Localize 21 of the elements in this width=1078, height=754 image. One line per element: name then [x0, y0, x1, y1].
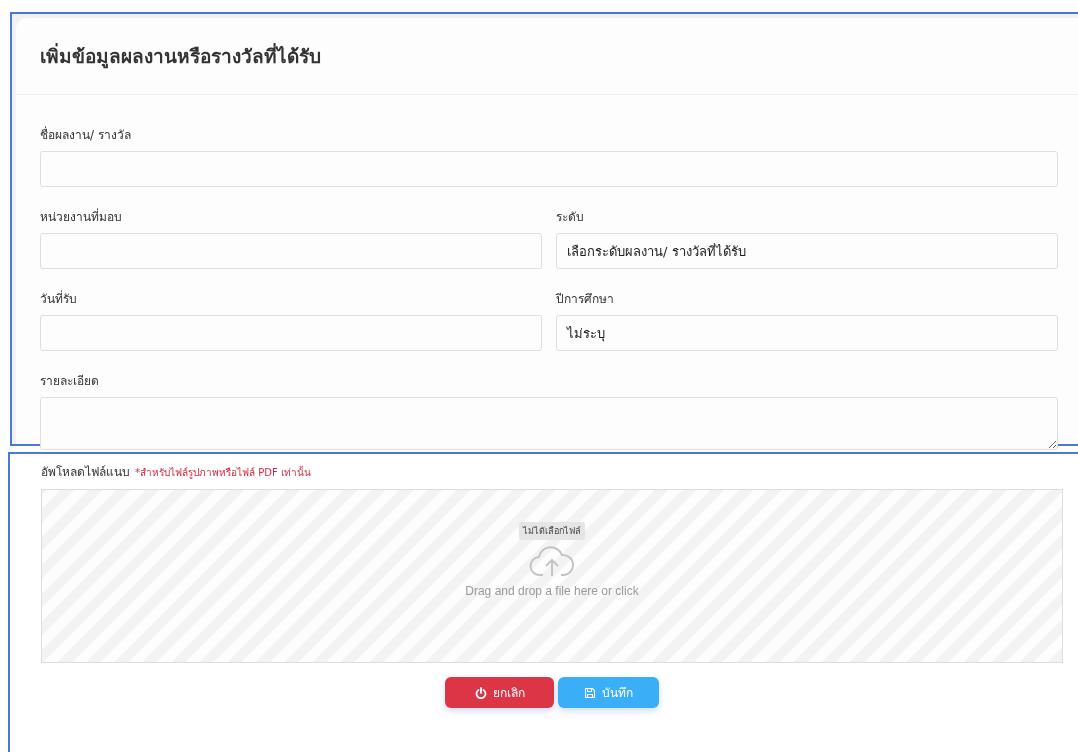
- dropzone-hint: Drag and drop a file here or click: [465, 584, 639, 598]
- field-label: ชื่อผลงาน/ รางวัล: [40, 125, 132, 144]
- input-field[interactable]: [40, 151, 1058, 187]
- cloud-upload-icon: [529, 546, 575, 578]
- power-icon: [474, 686, 487, 699]
- file-dropzone[interactable]: ไม่ได้เลือกไฟล์ Drag and drop a file here or click: [41, 489, 1063, 663]
- input-field[interactable]: [40, 233, 542, 269]
- form-title: เพิ่มข้อมูลผลงานหรือรางวัลที่ได้รับ: [40, 42, 321, 71]
- field-label: รายละเอียด: [40, 373, 100, 390]
- upload-label: อัพโหลดไฟล์แนบ: [41, 464, 130, 481]
- field-label: ปีการศึกษา: [556, 291, 615, 308]
- field-label: หน่วยงานที่มอบ: [40, 207, 123, 226]
- field-label: ระดับ: [556, 209, 585, 226]
- cancel-button[interactable]: ยกเลิก: [445, 677, 554, 708]
- textarea-field[interactable]: [40, 397, 1058, 450]
- field-label: วันที่รับ: [40, 289, 78, 308]
- select-field[interactable]: ไม่ระบุ: [556, 315, 1058, 351]
- select-field[interactable]: เลือกระดับผลงาน/ รางวัลที่ได้รับ: [556, 233, 1058, 269]
- file-status: ไม่ได้เลือกไฟล์: [519, 522, 585, 540]
- input-field[interactable]: [40, 315, 542, 351]
- upload-note: *สำหรับไฟล์รูปภาพหรือไฟล์ PDF เท่านั้น: [135, 465, 311, 480]
